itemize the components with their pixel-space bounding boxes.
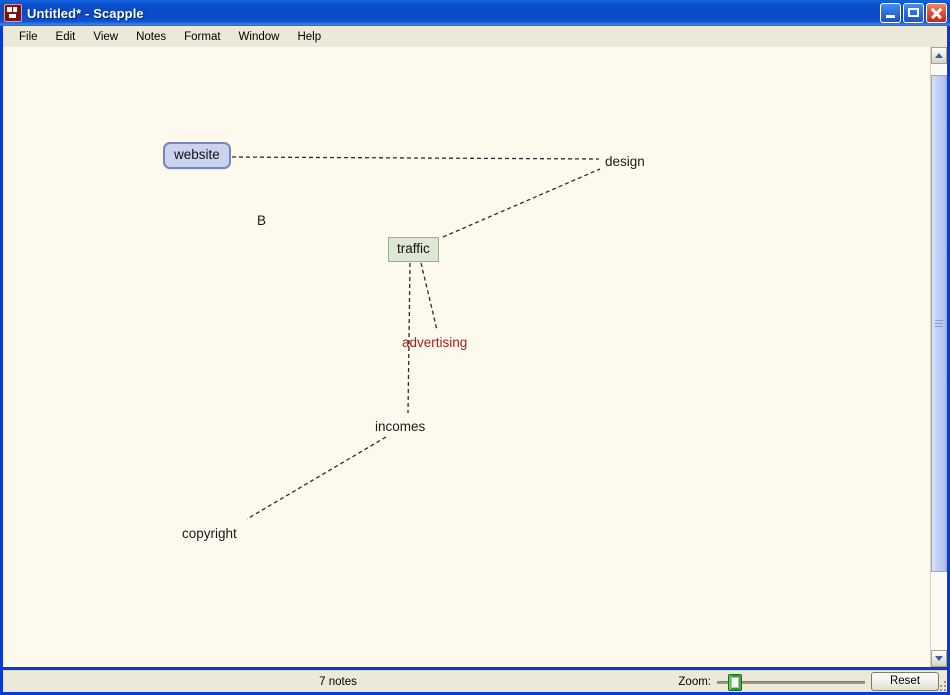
menu-item-window[interactable]: Window <box>231 28 288 46</box>
grip-lines-icon <box>935 320 943 327</box>
zoom-slider[interactable] <box>717 674 865 690</box>
note-advertising[interactable]: advertising <box>402 336 467 350</box>
reset-zoom-button[interactable]: Reset <box>871 672 939 691</box>
scrollbar-thumb[interactable] <box>931 75 947 572</box>
note-incomes[interactable]: incomes <box>375 420 425 434</box>
zoom-slider-thumb[interactable] <box>728 674 742 691</box>
window-title: Untitled* - Scapple <box>27 6 144 21</box>
connection-website-to-design <box>232 157 599 159</box>
note-design[interactable]: design <box>605 155 645 169</box>
menu-item-format[interactable]: Format <box>176 28 228 46</box>
chevron-up-icon <box>935 53 943 58</box>
scrollbar-track[interactable] <box>931 64 947 650</box>
menu-bar: File Edit View Notes Format Window Help <box>3 26 947 48</box>
scroll-up-button[interactable] <box>931 47 947 64</box>
note-b[interactable]: B <box>257 214 266 228</box>
connection-traffic-to-advertising <box>421 263 437 330</box>
menu-item-help[interactable]: Help <box>289 28 329 46</box>
status-bar: 7 notes Zoom: Reset <box>3 670 947 692</box>
connection-lines-layer <box>3 47 930 667</box>
minimize-button[interactable] <box>880 3 901 23</box>
note-website[interactable]: website <box>163 142 231 169</box>
menu-item-view[interactable]: View <box>85 28 126 46</box>
resize-grip-icon[interactable] <box>934 679 946 691</box>
maximize-icon <box>908 8 919 17</box>
title-bar: Untitled* - Scapple <box>0 0 950 26</box>
scapple-canvas[interactable]: website design B traffic advertising inc… <box>3 47 930 667</box>
connection-traffic-to-design <box>443 169 600 237</box>
connection-incomes-to-copyright <box>247 437 386 519</box>
zoom-label: Zoom: <box>678 676 711 688</box>
window-border-left <box>0 26 3 695</box>
app-icon <box>4 4 22 22</box>
menu-item-file[interactable]: File <box>11 28 46 46</box>
minimize-icon <box>886 15 895 18</box>
scapple-window: Untitled* - Scapple File Edit View Notes… <box>0 0 950 695</box>
scroll-down-button[interactable] <box>931 650 947 667</box>
menu-item-notes[interactable]: Notes <box>128 28 174 46</box>
note-traffic[interactable]: traffic <box>388 237 439 262</box>
chevron-down-icon <box>935 656 943 661</box>
window-controls <box>880 3 947 23</box>
canvas-viewport[interactable]: website design B traffic advertising inc… <box>3 47 947 667</box>
vertical-scrollbar[interactable] <box>930 47 947 667</box>
zoom-controls: Zoom: Reset <box>678 672 939 691</box>
menu-item-edit[interactable]: Edit <box>48 28 84 46</box>
close-button[interactable] <box>926 3 947 23</box>
note-copyright[interactable]: copyright <box>182 527 237 541</box>
maximize-button[interactable] <box>903 3 924 23</box>
